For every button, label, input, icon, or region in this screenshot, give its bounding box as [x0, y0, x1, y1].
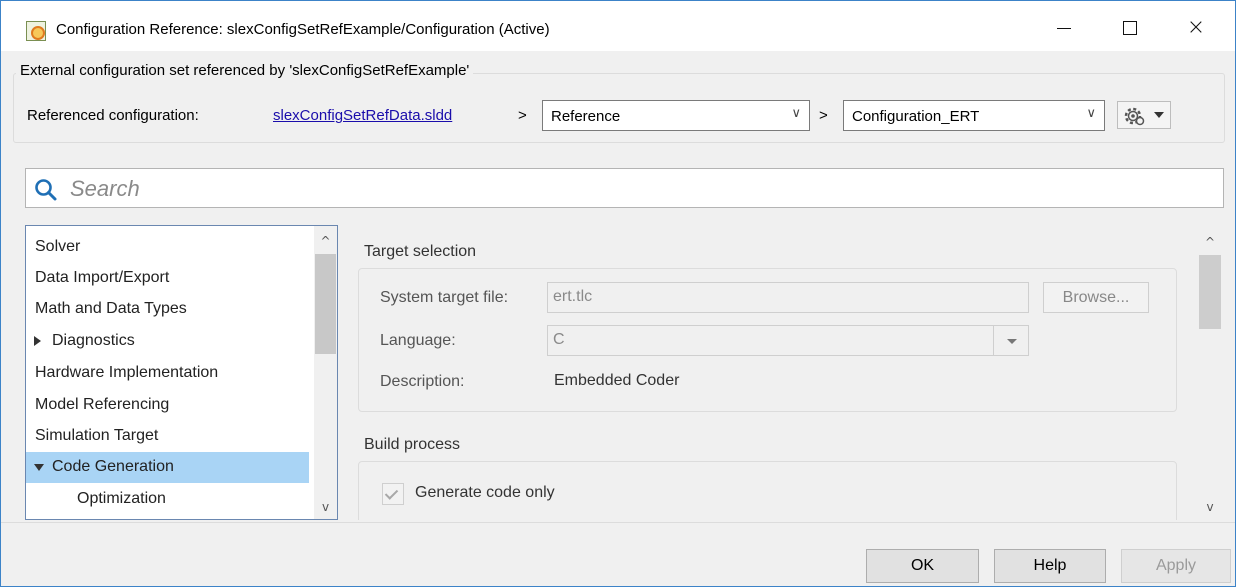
gear-icon: [1124, 107, 1145, 126]
tree-item-code-generation[interactable]: Code Generation: [26, 452, 309, 483]
variable-select-value: Reference: [551, 108, 621, 125]
referenced-configuration-label: Referenced configuration:: [27, 107, 199, 124]
maximize-icon: [1123, 21, 1137, 35]
checkmark-icon: [384, 486, 399, 500]
system-target-file-label: System target file:: [380, 289, 509, 306]
configuration-select[interactable]: Configuration_ERT ∨: [843, 100, 1105, 131]
tree-item-label: Code Generation: [52, 458, 174, 475]
tree-item-label: Math and Data Types: [35, 300, 187, 317]
collapse-arrow-icon[interactable]: [34, 464, 44, 471]
language-value: C: [553, 331, 565, 348]
configuration-select-value: Configuration_ERT: [852, 108, 980, 125]
tree-item-solver[interactable]: Solver: [26, 232, 309, 263]
path-separator: >: [518, 107, 527, 124]
tree-item-data-import-export[interactable]: Data Import/Export: [26, 263, 309, 294]
dropdown-arrow-icon: [1154, 112, 1164, 118]
tree-item-hardware-implementation[interactable]: Hardware Implementation: [26, 358, 309, 389]
scroll-down-icon[interactable]: v: [314, 496, 337, 518]
tree-item-math-and-data-types[interactable]: Math and Data Types: [26, 294, 309, 325]
tree-item-label: Hardware Implementation: [35, 364, 219, 381]
tree-scrollbar[interactable]: ^ v: [314, 226, 337, 519]
ok-button[interactable]: OK: [866, 549, 979, 583]
path-separator: >: [819, 107, 828, 124]
target-selection-title: Target selection: [364, 243, 477, 260]
help-button[interactable]: Help: [994, 549, 1106, 583]
maximize-button[interactable]: [1107, 9, 1153, 47]
description-label: Description:: [380, 373, 465, 390]
search-placeholder: Search: [70, 176, 140, 201]
gear-menu-button[interactable]: [1117, 101, 1171, 129]
window-title: Configuration Reference: slexConfigSetRe…: [56, 21, 550, 38]
language-label: Language:: [380, 332, 456, 349]
browse-button[interactable]: Browse...: [1043, 282, 1149, 313]
dropdown-arrow-icon: [993, 326, 1028, 355]
tree-item-optimization[interactable]: Optimization: [26, 484, 309, 515]
tree-item-label: Model Referencing: [35, 396, 170, 413]
search-input[interactable]: Search: [25, 168, 1224, 208]
minimize-icon: [1057, 27, 1071, 29]
tree-item-label: Data Import/Export: [35, 269, 170, 286]
build-process-title: Build process: [364, 436, 461, 453]
system-target-file-field[interactable]: ert.tlc: [547, 282, 1029, 313]
close-button[interactable]: ×: [1173, 9, 1219, 47]
tree-item-label: Diagnostics: [52, 332, 135, 349]
tree-item-diagnostics[interactable]: Diagnostics: [26, 326, 309, 357]
chevron-down-icon: ∨: [1086, 106, 1096, 121]
description-value: Embedded Coder: [554, 372, 680, 389]
scroll-up-icon[interactable]: ^: [314, 230, 337, 252]
settings-panel: Target selection System target file: ert…: [347, 225, 1225, 520]
language-select[interactable]: C: [547, 325, 1029, 356]
tree-item-label: Simulation Target: [35, 427, 159, 444]
scrollbar-thumb[interactable]: [315, 254, 336, 354]
generate-code-only-checkbox[interactable]: [382, 483, 404, 505]
scrollbar-thumb[interactable]: [1199, 255, 1221, 329]
simulink-config-icon: [26, 21, 46, 41]
panel-scrollbar[interactable]: ^ v: [1198, 225, 1225, 520]
chevron-down-icon: ∨: [791, 106, 801, 121]
category-tree[interactable]: Solver Data Import/Export Math and Data …: [25, 225, 338, 520]
close-icon: ×: [1186, 15, 1206, 40]
expand-arrow-icon[interactable]: [34, 336, 41, 346]
footer-divider: [1, 522, 1235, 523]
apply-button[interactable]: Apply: [1121, 549, 1231, 583]
tree-item-label: Optimization: [77, 490, 166, 507]
scroll-up-icon[interactable]: ^: [1198, 231, 1222, 253]
system-target-file-value: ert.tlc: [553, 288, 593, 305]
variable-select[interactable]: Reference ∨: [542, 100, 810, 131]
title-bar[interactable]: Configuration Reference: slexConfigSetRe…: [1, 1, 1235, 51]
data-dictionary-link[interactable]: slexConfigSetRefData.sldd: [273, 107, 452, 124]
tree-item-label: Solver: [35, 238, 81, 255]
tree-item-model-referencing[interactable]: Model Referencing: [26, 390, 309, 421]
tree-item-simulation-target[interactable]: Simulation Target: [26, 421, 309, 452]
scroll-down-icon[interactable]: v: [1198, 496, 1222, 518]
minimize-button[interactable]: [1041, 9, 1087, 47]
search-icon: [35, 179, 57, 201]
external-config-legend: External configuration set referenced by…: [16, 62, 474, 79]
generate-code-only-label: Generate code only: [415, 484, 555, 501]
configuration-reference-dialog: Configuration Reference: slexConfigSetRe…: [0, 0, 1236, 587]
